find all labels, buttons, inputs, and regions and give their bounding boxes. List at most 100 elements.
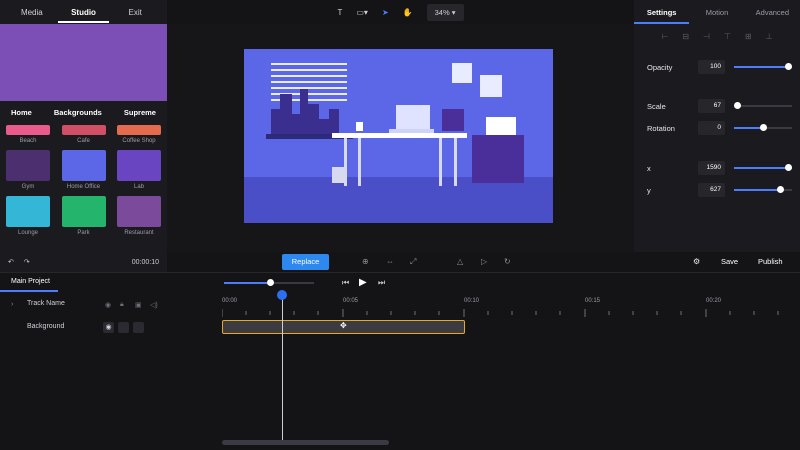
thumbnail-lounge[interactable]: Lounge: [6, 196, 50, 236]
x-label: x: [647, 163, 651, 173]
y-label: y: [647, 185, 651, 195]
track-name-label: Track Name: [27, 300, 65, 307]
flip-icon[interactable]: ⇔: [386, 257, 394, 266]
category-home[interactable]: Home: [11, 108, 32, 117]
ruler-label: 00:00: [222, 298, 238, 304]
slider-knob[interactable]: [777, 186, 785, 193]
previous-icon[interactable]: ⏮: [342, 278, 349, 288]
thumbnail-label: Home Office: [66, 184, 101, 190]
thumbnail-label: Park: [77, 230, 90, 236]
next-icon[interactable]: ⏭: [378, 278, 385, 288]
camera-icon[interactable]: ▣: [135, 301, 142, 309]
thumbnail-label: Lounge: [17, 230, 39, 236]
align-top-icon[interactable]: ⊤: [724, 32, 731, 41]
publish-button[interactable]: Publish: [758, 257, 783, 266]
y-slider[interactable]: [734, 186, 792, 193]
y-control: y 627: [647, 183, 792, 197]
ruler-label: 00:10: [464, 298, 480, 304]
gear-icon[interactable]: ⚙: [693, 257, 700, 266]
thumbnail-coffee-shop[interactable]: Coffee Shop: [117, 125, 161, 144]
background-track-label: Background: [27, 323, 65, 330]
layer-down-icon[interactable]: ▷: [481, 257, 487, 266]
category-tabs: Home Backgrounds Supreme: [0, 108, 167, 117]
slider-knob[interactable]: [785, 164, 792, 171]
text-tool-icon[interactable]: T: [337, 8, 342, 17]
thumbnail-park[interactable]: Park: [61, 196, 106, 236]
align-left-icon[interactable]: ⊢: [661, 32, 668, 41]
opacity-input[interactable]: 100: [698, 60, 725, 74]
chevron-right-icon[interactable]: ›: [11, 301, 13, 308]
thumbnail-restaurant[interactable]: Restaurant: [117, 196, 161, 236]
align-middle-icon[interactable]: ⊞: [745, 32, 752, 41]
replace-button[interactable]: Replace: [282, 254, 329, 270]
undo-icon[interactable]: ↶: [8, 258, 14, 266]
playhead-line: [282, 293, 283, 445]
thumbnail-label: Gym: [21, 184, 35, 190]
move-icon[interactable]: ✥: [340, 321, 347, 330]
category-supreme[interactable]: Supreme: [124, 108, 156, 117]
x-slider[interactable]: [734, 164, 792, 171]
select-tool-icon[interactable]: ➤: [382, 8, 389, 17]
video-editor: Media Studio Exit Home Backgrounds Supre…: [0, 0, 800, 450]
tab-media[interactable]: Media: [6, 8, 58, 17]
x-input[interactable]: 1590: [698, 161, 725, 175]
office-scene[interactable]: [244, 49, 553, 223]
eye-icon[interactable]: ◉: [105, 301, 111, 309]
layer-up-icon[interactable]: △: [457, 257, 463, 266]
rotation-label: Rotation: [647, 123, 675, 133]
align-bottom-icon[interactable]: ⊥: [766, 32, 773, 41]
lock-icon[interactable]: 🔒︎: [120, 301, 124, 309]
alignment-tools: ⊢ ⊟ ⊣ ⊤ ⊞ ⊥: [634, 24, 800, 48]
tab-motion[interactable]: Motion: [689, 8, 744, 17]
thumbnail-beach[interactable]: Beach: [6, 125, 50, 144]
lock-toggle[interactable]: [118, 322, 129, 333]
align-right-icon[interactable]: ⊣: [703, 32, 710, 41]
thumbnail-lab[interactable]: Lab: [117, 150, 161, 190]
reset-icon[interactable]: ↻: [504, 257, 511, 266]
align-center-icon[interactable]: ⊟: [682, 32, 689, 41]
opacity-label: Opacity: [647, 62, 673, 72]
playhead[interactable]: [277, 290, 287, 300]
tab-studio[interactable]: Studio: [57, 8, 110, 23]
rotation-slider[interactable]: [734, 124, 792, 131]
thumbnail-image: [117, 150, 161, 181]
redo-icon[interactable]: ↷: [24, 258, 30, 266]
thumbnail-gym[interactable]: Gym: [6, 150, 50, 190]
thumbnail-cafe[interactable]: Cafe: [61, 125, 106, 144]
crosshair-icon[interactable]: ⊕: [362, 257, 369, 266]
project-tab[interactable]: Main Project: [11, 278, 50, 285]
shape-tool-icon[interactable]: ▭▾: [356, 8, 368, 17]
thumbnail-image: [61, 125, 106, 135]
slider-knob[interactable]: [785, 63, 792, 70]
zoom-dropdown[interactable]: 34% ▾: [426, 3, 464, 21]
eye-icon[interactable]: ◉: [103, 322, 114, 333]
scale-slider[interactable]: [734, 102, 792, 109]
y-input[interactable]: 627: [698, 183, 725, 197]
thumbnail-image: [117, 125, 161, 135]
resize-icon[interactable]: ⤢: [410, 257, 416, 267]
x-control: x 1590: [647, 161, 792, 175]
tab-advanced[interactable]: Advanced: [745, 8, 800, 17]
tab-exit[interactable]: Exit: [109, 8, 161, 17]
visibility-toggle[interactable]: [133, 322, 144, 333]
background-clip[interactable]: ✥: [222, 320, 465, 334]
save-button[interactable]: Save: [721, 257, 738, 266]
opacity-slider[interactable]: [734, 63, 792, 70]
rotation-input[interactable]: 0: [698, 121, 725, 135]
thumbnail-label: Cafe: [77, 138, 90, 144]
project-tab-underline: [0, 290, 58, 292]
play-icon[interactable]: ▶: [359, 277, 367, 288]
slider-knob[interactable]: [760, 124, 767, 131]
slider-knob[interactable]: [734, 102, 741, 109]
thumbnail-image: [6, 125, 50, 135]
timeline-zoom-slider[interactable]: [224, 279, 314, 286]
slider-knob[interactable]: [267, 279, 274, 286]
scale-input[interactable]: 67: [698, 99, 725, 113]
timeline-scrollbar[interactable]: [222, 440, 389, 445]
thumbnail-home-office[interactable]: Home Office: [61, 150, 106, 190]
hand-tool-icon[interactable]: ✋: [403, 8, 413, 17]
volume-icon[interactable]: ◁): [150, 301, 158, 309]
category-backgrounds[interactable]: Backgrounds: [54, 108, 102, 117]
tab-settings[interactable]: Settings: [634, 8, 690, 24]
ruler-label: 00:15: [585, 298, 601, 304]
